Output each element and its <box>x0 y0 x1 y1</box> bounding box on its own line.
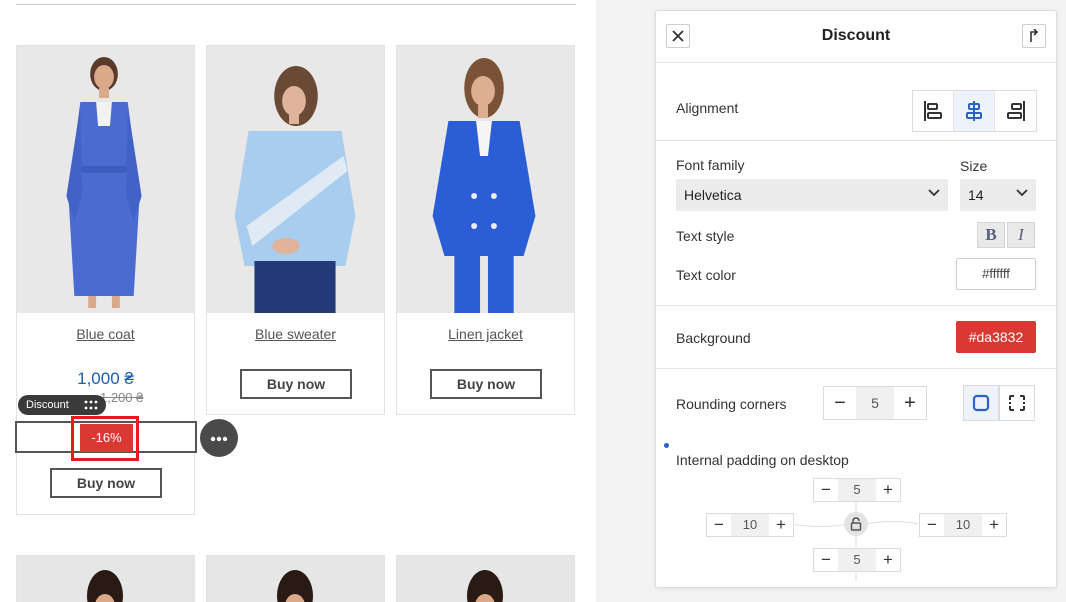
font-size-select[interactable]: 14 <box>960 179 1036 211</box>
product-name-link[interactable]: Blue coat <box>17 326 194 342</box>
align-right-icon <box>1006 101 1025 121</box>
product-card-linen-jacket: Linen jacket Buy now <box>396 45 575 415</box>
product-card[interactable] <box>396 555 575 602</box>
parent-block-button[interactable] <box>1022 24 1046 48</box>
align-left-icon <box>924 101 942 121</box>
chevron-down-icon <box>1016 189 1028 197</box>
divider <box>656 305 1056 306</box>
font-family-value: Helvetica <box>684 187 742 203</box>
divider <box>656 368 1056 369</box>
padding-label: Internal padding on desktop <box>676 452 849 468</box>
align-right-button[interactable] <box>995 91 1036 131</box>
decrement-button[interactable]: − <box>814 479 838 501</box>
background-label: Background <box>676 330 751 346</box>
product-image-blue-sweater[interactable] <box>207 46 384 313</box>
buy-now-button[interactable]: Buy now <box>240 369 352 399</box>
decrement-button[interactable]: − <box>707 514 731 536</box>
padding-right-stepper: − 10 + <box>919 513 1007 537</box>
buy-now-button[interactable]: Buy now <box>50 468 162 498</box>
font-family-select[interactable]: Helvetica <box>676 179 948 211</box>
corners-individual-icon <box>1009 395 1025 411</box>
page-canvas: Blue coat 1,000 ₴ Buy now Blue sweater B… <box>0 0 596 602</box>
padding-right-value[interactable]: 10 <box>944 514 982 536</box>
decrement-button[interactable]: − <box>920 514 944 536</box>
italic-button[interactable]: I <box>1007 222 1035 248</box>
block-label-tag[interactable]: Discount <box>18 395 106 415</box>
text-color-input[interactable]: #ffffff <box>956 258 1036 290</box>
old-price: 1,200 ₴ <box>100 390 144 405</box>
align-left-button[interactable] <box>913 91 954 131</box>
size-label: Size <box>960 158 988 174</box>
background-color-input[interactable]: #da3832 <box>956 321 1036 353</box>
padding-left-value[interactable]: 10 <box>731 514 769 536</box>
buy-now-button[interactable]: Buy now <box>430 369 542 399</box>
alignment-label: Alignment <box>676 100 739 116</box>
more-options-button[interactable] <box>200 419 238 457</box>
alignment-selector <box>912 90 1037 132</box>
padding-left-stepper: − 10 + <box>706 513 794 537</box>
corners-individual-button[interactable] <box>999 385 1035 421</box>
increment-button[interactable]: + <box>876 549 900 571</box>
decrement-button[interactable]: − <box>824 387 856 419</box>
padding-top-value[interactable]: 5 <box>838 479 876 501</box>
rounding-value[interactable]: 5 <box>856 387 894 419</box>
block-label-text: Discount <box>26 399 69 411</box>
unlock-icon <box>850 517 862 531</box>
rounding-corners-label: Rounding corners <box>676 396 787 412</box>
rounding-stepper: − 5 + <box>823 386 927 420</box>
padding-bottom-stepper: − 5 + <box>813 548 901 572</box>
product-name-link[interactable]: Linen jacket <box>397 326 574 342</box>
increment-button[interactable]: + <box>894 387 926 419</box>
divider <box>16 4 576 5</box>
corners-all-button[interactable] <box>963 385 999 421</box>
text-style-label: Text style <box>676 228 735 244</box>
text-color-label: Text color <box>676 267 736 283</box>
product-image-linen-jacket[interactable] <box>397 46 574 313</box>
product-price: 1,000 ₴ <box>77 369 134 388</box>
more-dots-icon <box>210 436 228 441</box>
increment-button[interactable]: + <box>769 514 793 536</box>
increment-button[interactable]: + <box>876 479 900 501</box>
panel-title: Discount <box>821 27 891 44</box>
settings-panel: Discount Alignment Font family Size Helv… <box>655 10 1057 588</box>
align-center-button[interactable] <box>954 91 995 131</box>
product-card-blue-sweater: Blue sweater Buy now <box>206 45 385 415</box>
panel-header: Discount <box>656 11 1056 63</box>
product-image-blue-coat[interactable] <box>17 46 194 313</box>
product-card[interactable] <box>16 555 195 602</box>
chevron-down-icon <box>928 189 940 197</box>
product-card[interactable] <box>206 555 385 602</box>
product-name-link[interactable]: Blue sweater <box>207 326 384 342</box>
bold-button[interactable]: B <box>977 222 1005 248</box>
decrement-button[interactable]: − <box>814 549 838 571</box>
divider <box>656 140 1056 141</box>
rounded-square-icon <box>972 394 990 412</box>
font-family-label: Font family <box>676 157 745 173</box>
align-center-icon <box>966 101 982 121</box>
padding-bottom-value[interactable]: 5 <box>838 549 876 571</box>
increment-button[interactable]: + <box>982 514 1006 536</box>
padding-lock-button[interactable] <box>844 512 868 536</box>
modified-indicator <box>664 443 669 448</box>
selection-highlight <box>71 416 139 461</box>
drag-handle-icon[interactable] <box>84 400 98 410</box>
font-size-value: 14 <box>968 187 984 203</box>
padding-top-stepper: − 5 + <box>813 478 901 502</box>
level-up-icon <box>1030 28 1039 42</box>
